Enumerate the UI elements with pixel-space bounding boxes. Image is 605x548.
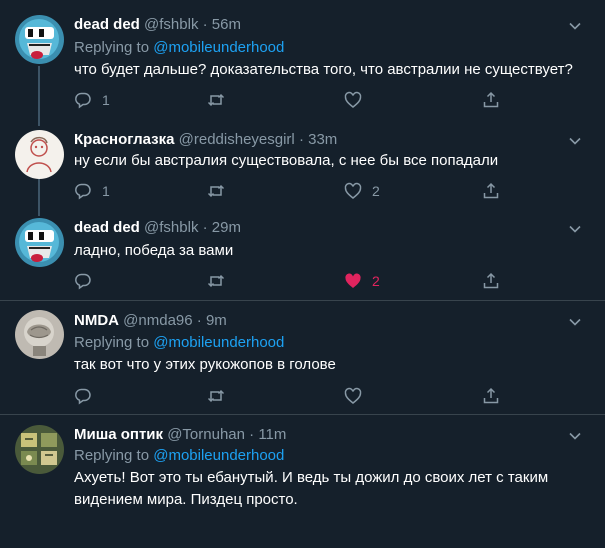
replying-to-link[interactable]: @mobileunderhood [153, 334, 284, 351]
avatar[interactable] [15, 425, 64, 474]
tweet-text: что будет дальше? доказательства того, ч… [74, 61, 573, 78]
retweet-button[interactable] [207, 90, 235, 110]
share-button[interactable] [482, 386, 500, 406]
tweet-text: ладно, победа за вами [74, 242, 234, 259]
separator-dot: · [202, 16, 208, 33]
reply-icon [75, 92, 91, 109]
display-name[interactable]: Красноглазка [74, 131, 174, 148]
chevron-down-icon[interactable] [568, 134, 582, 148]
avatar[interactable] [15, 130, 64, 179]
display-name[interactable]: dead ded [74, 16, 140, 33]
like-icon [344, 182, 362, 199]
user-handle[interactable]: @fshblk [144, 16, 198, 33]
retweet-button[interactable] [207, 181, 235, 201]
separator-dot: · [298, 131, 304, 148]
retweet-button[interactable] [207, 271, 235, 291]
tweet[interactable]: dead ded @fshblk · 29m ладно, победа за … [0, 212, 605, 300]
retweet-icon [207, 93, 225, 107]
avatar[interactable] [15, 218, 64, 267]
chevron-down-icon[interactable] [568, 429, 582, 443]
like-count: 2 [372, 273, 380, 289]
replying-to-label: Replying to [74, 39, 150, 56]
share-icon [483, 387, 499, 404]
avatar[interactable] [15, 15, 64, 64]
replying-to-link[interactable]: @mobileunderhood [153, 447, 284, 464]
display-name[interactable]: NMDA [74, 312, 119, 329]
reply-icon [75, 183, 91, 200]
retweet-icon [207, 389, 225, 403]
tweet[interactable]: Красноглазка @reddisheyesgirl · 33m ну е… [0, 124, 605, 212]
user-handle[interactable]: @reddisheyesgirl [179, 131, 295, 148]
reply-icon [75, 388, 91, 405]
like-icon [344, 387, 362, 404]
reply-button[interactable] [74, 386, 102, 406]
tweet-timestamp[interactable]: 56m [212, 16, 241, 33]
like-button[interactable]: 2 [344, 181, 380, 201]
reply-count: 1 [102, 183, 110, 199]
display-name[interactable]: Миша оптик [74, 426, 163, 443]
like-icon [344, 91, 362, 108]
chevron-down-icon[interactable] [568, 315, 582, 329]
tweet[interactable]: NMDA @nmda96 · 9m Replying to @mobileund… [0, 301, 605, 413]
like-button[interactable] [344, 90, 372, 110]
like-button[interactable]: 2 [344, 271, 380, 291]
share-icon [483, 272, 499, 289]
display-name[interactable]: dead ded [74, 219, 140, 236]
tweet-timestamp[interactable]: 33m [308, 131, 337, 148]
tweet-timestamp[interactable]: 11m [258, 426, 286, 443]
chevron-down-icon[interactable] [568, 19, 582, 33]
share-icon [483, 182, 499, 199]
share-button[interactable] [482, 90, 500, 110]
tweet[interactable]: Миша оптик @Tornuhan · 11m Replying to @… [0, 415, 605, 548]
like-count: 2 [372, 183, 380, 199]
replying-to-link[interactable]: @mobileunderhood [153, 39, 284, 56]
tweet-timestamp[interactable]: 9m [206, 312, 227, 329]
like-button[interactable] [344, 386, 372, 406]
share-button[interactable] [482, 181, 500, 201]
tweet-text: ну если бы австралия существовала, с нее… [74, 152, 499, 169]
like-icon [345, 273, 361, 288]
tweet-text: Ахуеть! Вот это ты ебанутый. И ведь ты д… [74, 469, 549, 508]
replying-to-label: Replying to [74, 447, 150, 464]
separator-dot: · [249, 426, 255, 443]
retweet-icon [207, 274, 225, 288]
chevron-down-icon[interactable] [568, 222, 582, 236]
user-handle[interactable]: @fshblk [144, 219, 198, 236]
tweet-timestamp[interactable]: 29m [212, 219, 241, 236]
reply-button[interactable]: 1 [74, 90, 110, 110]
share-button[interactable] [482, 271, 500, 291]
timeline-feed: dead ded @fshblk · 56m Replying to @mobi… [0, 0, 605, 548]
separator-dot: · [196, 312, 202, 329]
reply-button[interactable]: 1 [74, 181, 110, 201]
reply-count: 1 [102, 92, 110, 108]
tweet[interactable]: dead ded @fshblk · 56m Replying to @mobi… [0, 0, 605, 124]
retweet-icon [207, 184, 225, 198]
reply-button[interactable] [74, 271, 102, 291]
user-handle[interactable]: @Tornuhan [167, 426, 245, 443]
avatar[interactable] [15, 310, 64, 359]
user-handle[interactable]: @nmda96 [123, 312, 192, 329]
share-icon [483, 91, 499, 108]
reply-icon [75, 273, 91, 290]
tweet-text: так вот что у этих рукожопов в голове [74, 356, 336, 373]
replying-to-label: Replying to [74, 334, 150, 351]
retweet-button[interactable] [207, 386, 235, 406]
separator-dot: · [202, 219, 208, 236]
